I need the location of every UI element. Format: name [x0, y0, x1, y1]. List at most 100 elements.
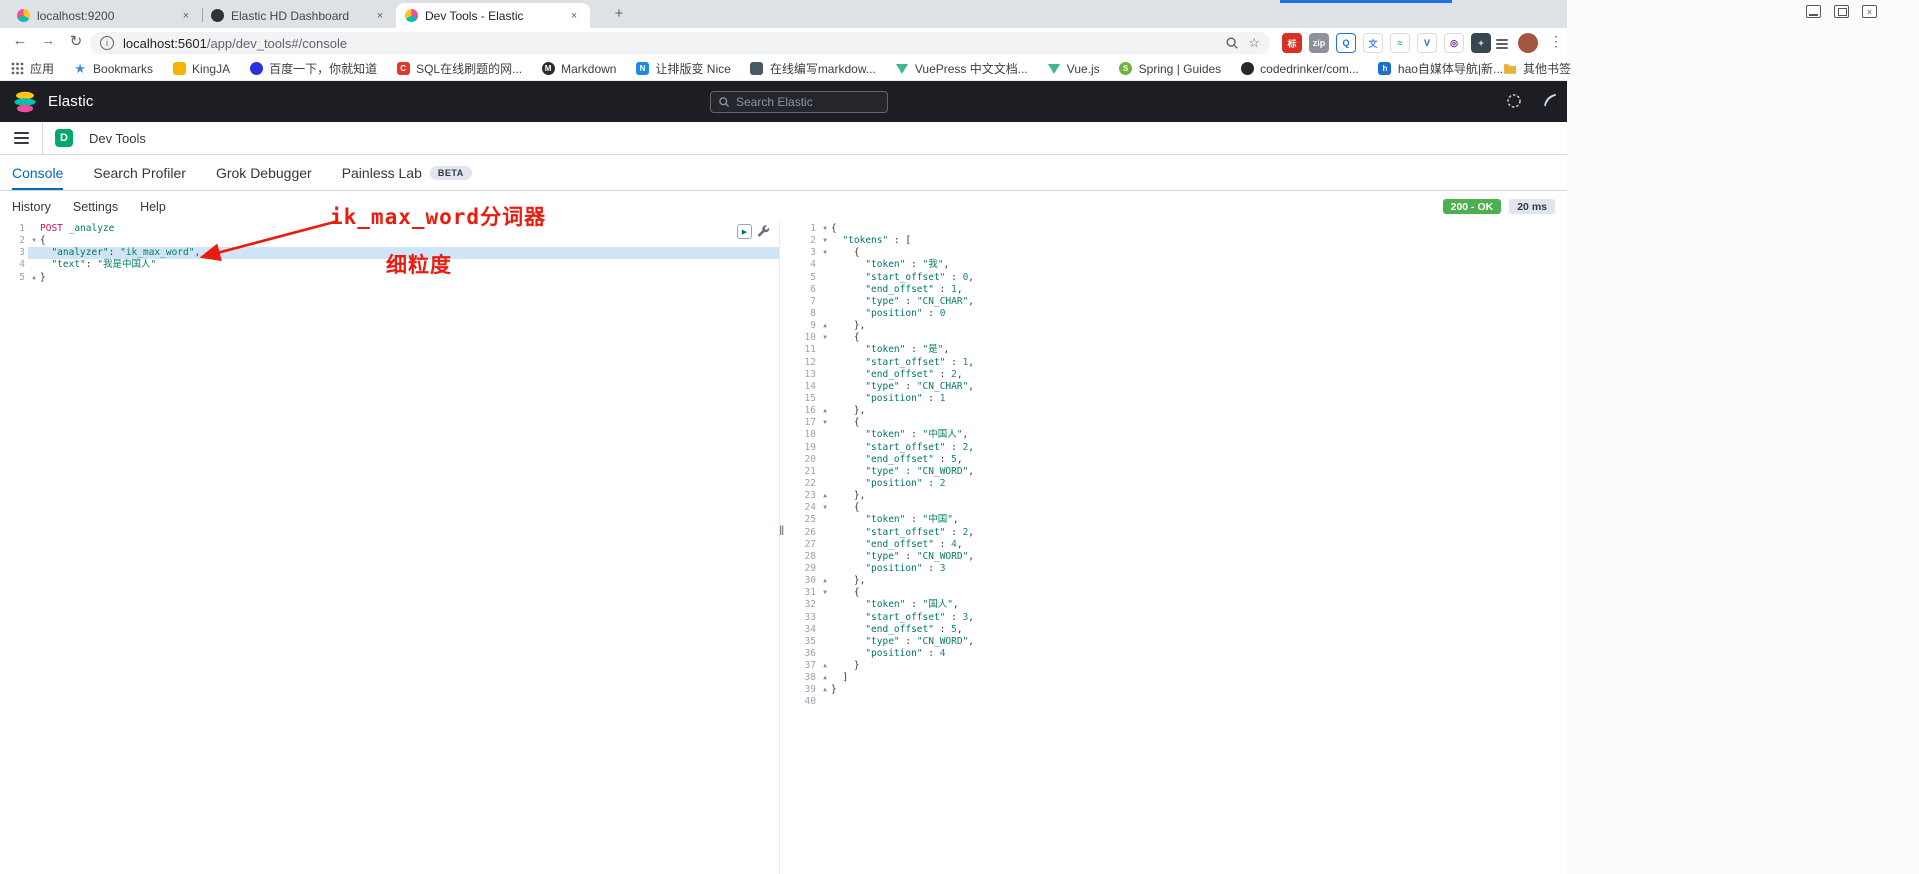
code-line[interactable]: 24 ▼ { [791, 502, 1567, 515]
code-line[interactable]: 10 ▼ { [791, 332, 1567, 345]
extension-icon[interactable]: Q [1336, 33, 1356, 53]
code-line[interactable]: 31 ▼ { [791, 587, 1567, 600]
code-line[interactable]: 2 ▼{ [0, 235, 779, 248]
fold-icon[interactable]: ▼ [819, 247, 831, 259]
fold-icon[interactable]: ▲ [819, 320, 831, 332]
fold-icon[interactable]: ▲ [28, 272, 40, 284]
code-line[interactable]: 25 "token" : "中国", [791, 514, 1567, 527]
code-line[interactable]: 14 "type" : "CN_CHAR", [791, 380, 1567, 393]
extension-icon[interactable]: V [1417, 33, 1437, 53]
bookmark-item[interactable]: codedrinker/com... [1240, 62, 1359, 76]
fold-icon[interactable]: ▲ [819, 660, 831, 672]
bookmark-item[interactable]: Vue.js [1047, 62, 1100, 76]
deployment-icon[interactable] [1506, 93, 1522, 109]
code-line[interactable]: 20 "end_offset" : 5, [791, 453, 1567, 466]
fold-icon[interactable]: ▼ [28, 235, 40, 247]
fold-icon[interactable]: ▼ [819, 235, 831, 247]
search-input[interactable] [736, 95, 862, 109]
extension-icon[interactable]: 文 [1363, 33, 1383, 53]
console-menu-history[interactable]: History [12, 200, 51, 214]
fold-icon[interactable]: ▼ [819, 587, 831, 599]
code-line[interactable]: 15 "position" : 1 [791, 392, 1567, 406]
tab-grok-debugger[interactable]: Grok Debugger [216, 155, 312, 190]
bookmark-item[interactable]: 应用 [10, 60, 54, 77]
code-line[interactable]: 35 "type" : "CN_WORD", [791, 635, 1567, 648]
close-icon[interactable]: × [1862, 5, 1877, 18]
elastic-logo-icon[interactable] [12, 89, 38, 115]
response-viewer[interactable]: 1 ▼{2 ▼ "tokens" : [3 ▼ {4 "token" : "我", 5 … [791, 222, 1567, 874]
forward-icon[interactable]: → [38, 32, 58, 49]
fold-icon[interactable]: ▼ [819, 223, 831, 235]
fold-icon[interactable]: ▲ [819, 684, 831, 696]
code-line[interactable]: 28 "type" : "CN_WORD", [791, 550, 1567, 563]
browser-tab[interactable]: localhost:9200 × [8, 3, 203, 28]
quill-icon[interactable] [1542, 93, 1557, 108]
code-line[interactable]: 17 ▼ { [791, 417, 1567, 430]
code-line[interactable]: 5 "start_offset" : 0, [791, 271, 1567, 284]
code-line[interactable]: 22 "position" : 2 [791, 477, 1567, 491]
back-icon[interactable]: ← [10, 32, 30, 49]
fold-icon[interactable]: ▼ [819, 332, 831, 344]
code-line[interactable]: 3 ▼ { [791, 247, 1567, 260]
tab-console[interactable]: Console [12, 155, 64, 190]
bookmark-item[interactable]: C SQL在线刷题的网... [396, 60, 522, 77]
console-menu-help[interactable]: Help [140, 200, 166, 214]
code-line[interactable]: 34 "end_offset" : 5, [791, 623, 1567, 636]
code-line[interactable]: 16 ▲ }, [791, 405, 1567, 418]
console-menu-settings[interactable]: Settings [73, 200, 118, 214]
code-line[interactable]: 32 "token" : "国人", [791, 599, 1567, 612]
profile-avatar[interactable] [1518, 33, 1538, 53]
code-line[interactable]: 36 "position" : 4 [791, 647, 1567, 661]
code-line[interactable]: 7 "type" : "CN_CHAR", [791, 295, 1567, 308]
code-line[interactable]: 13 "end_offset" : 2, [791, 368, 1567, 381]
reload-icon[interactable]: ↻ [66, 32, 86, 50]
code-line[interactable]: 27 "end_offset" : 4, [791, 538, 1567, 551]
request-editor[interactable]: 1 POST _analyze 2 ▼{3 "analyzer": "ik_max_w… [0, 222, 780, 874]
extension-icon[interactable]: ◎ [1444, 33, 1464, 53]
site-info-icon[interactable]: i [100, 36, 114, 50]
wrench-icon[interactable] [757, 225, 770, 238]
reader-mode-icon[interactable] [1496, 37, 1508, 51]
code-line[interactable]: 1 ▼{ [791, 223, 1567, 236]
code-line[interactable]: 39 ▲} [791, 684, 1567, 697]
tab-close-icon[interactable]: × [567, 10, 581, 22]
code-line[interactable]: 33 "start_offset" : 3, [791, 611, 1567, 624]
bookmark-item[interactable]: ★ Bookmarks [73, 61, 153, 76]
code-line[interactable]: 4 "token" : "我", [791, 259, 1567, 272]
zoom-icon[interactable] [1225, 36, 1239, 50]
fold-icon[interactable]: ▲ [819, 405, 831, 417]
tab-search-profiler[interactable]: Search Profiler [93, 155, 186, 190]
fold-icon[interactable]: ▲ [819, 575, 831, 587]
code-line[interactable]: 29 "position" : 3 [791, 562, 1567, 576]
bookmark-item[interactable]: M Markdown [541, 62, 616, 76]
menu-icon[interactable] [14, 130, 29, 146]
code-line[interactable]: 11 "token" : "是", [791, 344, 1567, 357]
bookmark-item[interactable]: KingJA [172, 62, 230, 76]
extension-icon[interactable]: ≈ [1390, 33, 1410, 53]
bookmark-item[interactable]: 百度一下，你就知道 [249, 60, 377, 77]
code-line[interactable]: 19 "start_offset" : 2, [791, 441, 1567, 454]
browser-tab[interactable]: Elastic HD Dashboard × [202, 3, 396, 28]
bookmark-star-icon[interactable]: ☆ [1248, 35, 1260, 51]
code-line[interactable]: 18 "token" : "中国人", [791, 429, 1567, 442]
extension-icon[interactable]: zip [1309, 33, 1329, 53]
browser-menu-icon[interactable]: ⋮ [1549, 33, 1563, 50]
fold-icon[interactable]: ▼ [819, 417, 831, 429]
new-tab-icon[interactable]: + [610, 5, 628, 23]
bookmark-item[interactable]: 在线编写markdow... [750, 60, 876, 77]
fold-icon[interactable]: ▲ [819, 490, 831, 502]
code-line[interactable]: 12 "start_offset" : 1, [791, 356, 1567, 369]
code-line[interactable]: 38 ▲ ] [791, 672, 1567, 685]
tab-close-icon[interactable]: × [373, 10, 387, 22]
code-line[interactable]: 8 "position" : 0 [791, 307, 1567, 321]
bookmark-item[interactable]: N 让排版变 Nice [635, 60, 731, 77]
fold-icon[interactable]: ▲ [819, 672, 831, 684]
bookmark-item[interactable]: S Spring | Guides [1119, 62, 1221, 76]
tab-close-icon[interactable]: × [179, 10, 193, 22]
send-request-icon[interactable]: ▶ [737, 224, 752, 239]
code-line[interactable]: 26 "start_offset" : 2, [791, 526, 1567, 539]
code-line[interactable]: 30 ▲ }, [791, 575, 1567, 588]
extension-icon[interactable]: 标 [1282, 33, 1302, 53]
code-line[interactable]: 40 [791, 696, 1567, 709]
address-bar[interactable]: i localhost:5601/app/dev_tools#/console … [90, 32, 1270, 54]
